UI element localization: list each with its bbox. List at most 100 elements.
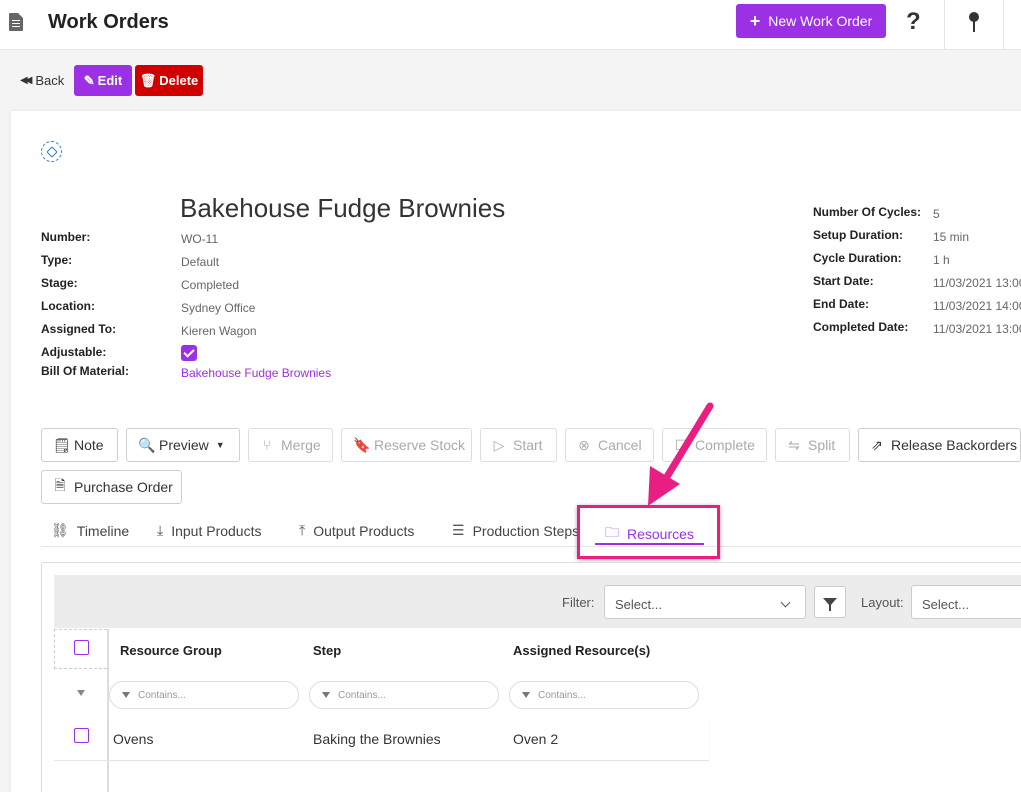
adjustable-label: Adjustable: bbox=[41, 345, 107, 359]
preview-button[interactable]: 🔍 Preview ▼ bbox=[126, 428, 240, 462]
cell-step: Baking the Brownies bbox=[313, 731, 441, 747]
filter-button[interactable] bbox=[814, 586, 846, 618]
upload-tray-icon: ⤒ bbox=[299, 522, 306, 538]
back-button[interactable]: ◀◀ Back bbox=[20, 73, 64, 88]
funnel-icon bbox=[322, 692, 330, 698]
delete-button[interactable]: 🗑 Delete bbox=[135, 65, 203, 96]
back-icon: ◀◀ bbox=[20, 75, 33, 86]
merge-button[interactable]: ⑂ Merge bbox=[248, 428, 333, 462]
pin-icon[interactable] bbox=[968, 12, 980, 32]
caret-down-icon: ▼ bbox=[215, 440, 225, 450]
split-label: Split bbox=[808, 437, 836, 453]
merge-icon: ⑂ bbox=[262, 437, 272, 453]
new-work-order-label: New Work Order bbox=[768, 13, 873, 29]
layout-select[interactable]: Select... bbox=[911, 585, 1021, 619]
bom-label: Bill Of Material: bbox=[41, 364, 130, 378]
note-label: Note bbox=[74, 437, 104, 453]
cycle-duration-value: 1 h bbox=[933, 253, 950, 267]
pointer-arrow-icon bbox=[648, 402, 714, 506]
cancel-label: Cancel bbox=[598, 437, 642, 453]
cell-resource-group: Ovens bbox=[113, 731, 154, 747]
split-icon: ⇋ bbox=[788, 436, 800, 453]
cell-assigned-resource: Oven 2 bbox=[513, 731, 559, 747]
tab-production-steps[interactable]: ☰ Production Steps bbox=[452, 522, 579, 539]
number-value: WO-11 bbox=[181, 232, 219, 246]
chevron-down-icon bbox=[780, 597, 791, 608]
filter-select[interactable]: Select... bbox=[604, 585, 806, 619]
filter-placeholder: Contains... bbox=[138, 690, 186, 701]
start-label: Start bbox=[513, 437, 543, 453]
edit-icon: ✎ bbox=[83, 72, 95, 88]
help-icon[interactable]: ? bbox=[906, 8, 921, 36]
assigned-filter-input[interactable]: Contains... bbox=[509, 681, 699, 709]
header-divider bbox=[944, 0, 945, 50]
cycle-duration-label: Cycle Duration: bbox=[813, 251, 902, 265]
preview-label: Preview bbox=[159, 437, 209, 453]
page-title: Work Orders bbox=[48, 11, 169, 33]
reserve-stock-label: Reserve Stock bbox=[374, 437, 466, 453]
layout-select-value: Select... bbox=[922, 597, 969, 612]
location-label: Location: bbox=[41, 299, 95, 313]
tab-timeline[interactable]: ⛓ Timeline bbox=[51, 522, 129, 539]
resources-tab-highlight bbox=[577, 505, 720, 559]
funnel-icon bbox=[122, 692, 130, 698]
number-label: Number: bbox=[41, 230, 91, 244]
back-label: Back bbox=[35, 73, 65, 88]
filter-label: Filter: bbox=[562, 595, 595, 610]
list-icon: ☰ bbox=[452, 522, 465, 538]
filter-row-icon bbox=[77, 690, 85, 696]
delete-label: Delete bbox=[159, 73, 199, 88]
purchase-order-button[interactable]: 🗎 Purchase Order bbox=[41, 470, 182, 504]
tab-output-products[interactable]: ⤒ Output Products bbox=[299, 522, 414, 539]
note-button[interactable]: 🗒 Note bbox=[41, 428, 118, 462]
column-header-step[interactable]: Step bbox=[313, 643, 341, 658]
edit-label: Edit bbox=[97, 73, 123, 88]
trash-icon: 🗑 bbox=[139, 72, 157, 88]
work-order-name: Bakehouse Fudge Brownies bbox=[180, 193, 506, 223]
tab-input-products-label: Input Products bbox=[171, 522, 262, 539]
adjustable-checkbox[interactable] bbox=[181, 345, 197, 361]
tabs-divider bbox=[41, 546, 1021, 547]
funnel-icon bbox=[522, 692, 530, 698]
release-backorders-button[interactable]: ⇗ Release Backorders bbox=[858, 428, 1021, 462]
grid-column-divider bbox=[107, 629, 109, 792]
reserve-stock-button[interactable]: 🔖 Reserve Stock bbox=[341, 428, 472, 462]
start-button[interactable]: ▷ Start bbox=[480, 428, 557, 462]
select-all-checkbox[interactable] bbox=[74, 640, 89, 655]
type-value: Default bbox=[181, 255, 220, 269]
tab-output-products-label: Output Products bbox=[313, 522, 415, 539]
tab-production-steps-label: Production Steps bbox=[472, 522, 580, 539]
tab-input-products[interactable]: ⤓ Input Products bbox=[157, 522, 261, 539]
download-tray-icon: ⤓ bbox=[157, 522, 164, 538]
row-checkbox[interactable] bbox=[74, 728, 89, 743]
edit-button[interactable]: ✎ Edit bbox=[74, 65, 132, 96]
row-divider bbox=[54, 760, 709, 761]
tab-timeline-label: Timeline bbox=[76, 522, 130, 539]
step-filter-input[interactable]: Contains... bbox=[309, 681, 499, 709]
tag-icon[interactable] bbox=[41, 141, 62, 162]
completed-date-label: Completed Date: bbox=[813, 320, 909, 334]
column-header-assigned-resources[interactable]: Assigned Resource(s) bbox=[513, 643, 650, 658]
assigned-to-value: Kieren Wagon bbox=[181, 324, 257, 338]
assigned-to-label: Assigned To: bbox=[41, 322, 117, 336]
plus-icon: + bbox=[749, 11, 761, 31]
end-date-label: End Date: bbox=[813, 297, 870, 311]
filter-placeholder: Contains... bbox=[338, 690, 386, 701]
column-header-resource-group[interactable]: Resource Group bbox=[120, 643, 222, 658]
split-button[interactable]: ⇋ Split bbox=[775, 428, 850, 462]
stage-label: Stage: bbox=[41, 276, 78, 290]
new-work-order-button[interactable]: + New Work Order bbox=[736, 4, 886, 38]
play-icon: ▷ bbox=[493, 436, 505, 453]
filter-select-value: Select... bbox=[615, 597, 662, 612]
document-icon bbox=[9, 13, 23, 31]
filter-placeholder: Contains... bbox=[538, 690, 586, 701]
merge-label: Merge bbox=[281, 437, 321, 453]
resource-group-filter-input[interactable]: Contains... bbox=[109, 681, 299, 709]
top-bar: Work Orders + New Work Order ? bbox=[0, 0, 1021, 50]
preview-icon: 🔍 bbox=[138, 436, 156, 453]
file-icon: 🗎 bbox=[54, 477, 66, 493]
completed-date-value: 11/03/2021 13:00 bbox=[933, 322, 1021, 336]
cancel-circle-icon: ⊗ bbox=[578, 436, 590, 453]
start-date-label: Start Date: bbox=[813, 274, 874, 288]
bom-link[interactable]: Bakehouse Fudge Brownies bbox=[181, 366, 331, 380]
